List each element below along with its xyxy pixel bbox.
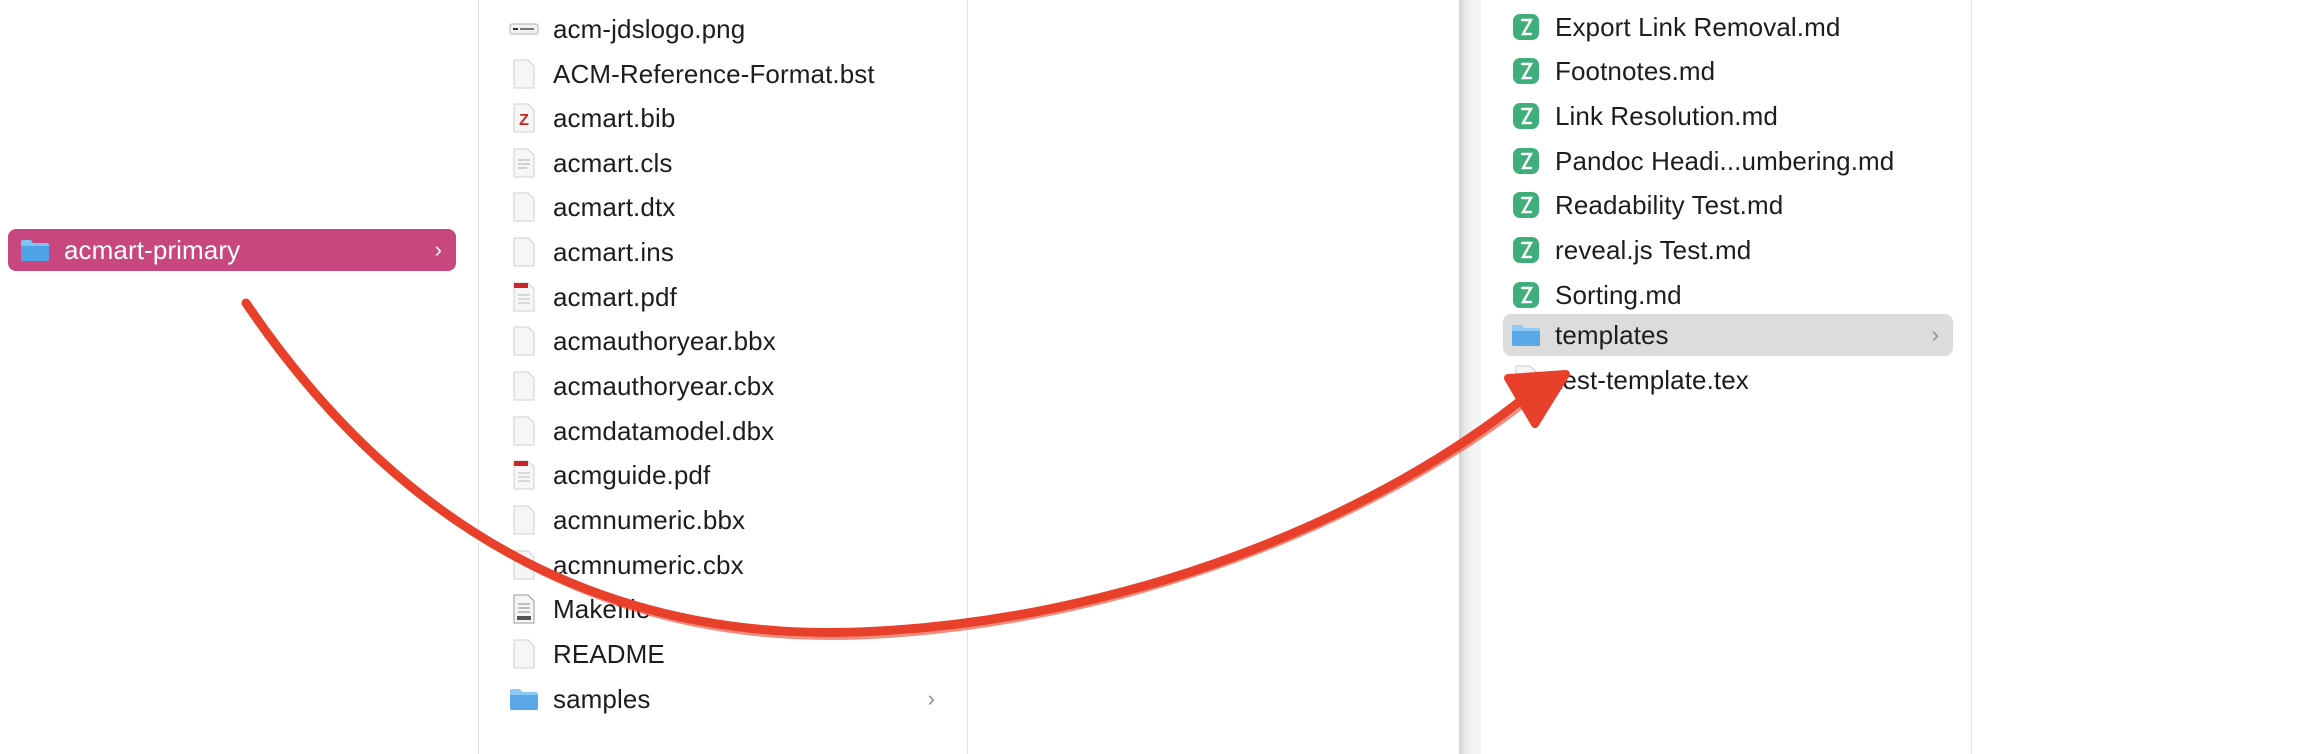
file-label: ACM-Reference-Format.bst (553, 58, 875, 89)
file-row[interactable]: reveal.js Test.md (1503, 231, 1953, 269)
file-label: Export Link Removal.md (1555, 11, 1841, 42)
pdf-file-icon (509, 282, 539, 312)
file-row[interactable]: acmnumeric.bbx (509, 501, 949, 539)
svg-text:Z: Z (519, 112, 529, 129)
folder-icon (20, 235, 50, 265)
file-label: test-template.tex (1555, 364, 1749, 395)
file-label: acmart.cls (553, 147, 673, 178)
file-row[interactable]: ACM-Reference-Format.bst (509, 55, 949, 93)
file-label: acmdatamodel.dbx (553, 415, 775, 446)
markdown-app-icon (1511, 12, 1541, 42)
file-row[interactable]: acmart.dtx (509, 188, 949, 226)
markdown-app-icon (1511, 101, 1541, 131)
column-divider-shadow (1459, 0, 1481, 754)
file-label: Sorting.md (1555, 279, 1682, 310)
finder-column-5 (1972, 0, 2308, 754)
file-label: Footnotes.md (1555, 55, 1716, 86)
file-row[interactable]: acmauthoryear.cbx (509, 367, 949, 405)
file-row[interactable]: acm-jdslogo.png (509, 10, 949, 48)
chevron-right-icon: › (434, 237, 442, 262)
file-row[interactable]: test-template.tex (1503, 361, 1953, 399)
bibtex-file-icon: Z (509, 103, 539, 133)
file-label: reveal.js Test.md (1555, 234, 1752, 265)
blank-file-icon (509, 639, 539, 669)
blank-file-icon (509, 505, 539, 535)
finder-column-4: Export Link Removal.md Footnotes.md Link… (1481, 0, 1972, 754)
markdown-app-icon (1511, 146, 1541, 176)
chevron-right-icon: › (1931, 322, 1939, 347)
file-label: acmart.bib (553, 102, 676, 133)
file-row[interactable]: acmart.cls (509, 144, 949, 182)
file-label: Makefile (553, 593, 651, 624)
file-row[interactable]: acmart.pdf (509, 278, 949, 316)
markdown-app-icon (1511, 235, 1541, 265)
file-row[interactable]: acmart.ins (509, 233, 949, 271)
file-row[interactable]: Makefile (509, 590, 949, 628)
file-label: Pandoc Headi...umbering.md (1555, 145, 1895, 176)
blank-file-icon (509, 59, 539, 89)
file-label: acmnumeric.cbx (553, 549, 744, 580)
file-row[interactable]: Export Link Removal.md (1503, 8, 1953, 46)
file-row[interactable]: acmguide.pdf (509, 456, 949, 494)
file-label: acmart.dtx (553, 191, 676, 222)
file-row[interactable]: acmauthoryear.bbx (509, 322, 949, 360)
file-label: acmguide.pdf (553, 459, 711, 490)
file-row[interactable]: Readability Test.md (1503, 186, 1953, 224)
folder-icon (1511, 320, 1541, 350)
markdown-app-icon (1511, 56, 1541, 86)
blank-file-icon (509, 371, 539, 401)
finder-column-2: acm-jdslogo.png ACM-Reference-Format.bst… (479, 0, 968, 754)
file-row[interactable]: acmdatamodel.dbx (509, 412, 949, 450)
finder-column-3 (968, 0, 1459, 754)
makefile-icon (509, 594, 539, 624)
blank-file-icon (1511, 365, 1541, 395)
file-row[interactable]: Link Resolution.md (1503, 97, 1953, 135)
blank-file-icon (509, 416, 539, 446)
blank-file-icon (509, 237, 539, 267)
pdf-file-icon (509, 460, 539, 490)
file-row[interactable]: acmnumeric.cbx (509, 546, 949, 584)
file-label: README (553, 638, 665, 669)
finder-column-1: acmart-primary › (0, 0, 479, 754)
folder-label: samples (553, 683, 651, 714)
text-file-icon (509, 148, 539, 178)
file-label: Readability Test.md (1555, 189, 1784, 220)
file-row[interactable]: Footnotes.md (1503, 52, 1953, 90)
chevron-right-icon: › (927, 686, 935, 711)
file-label: acmauthoryear.bbx (553, 325, 776, 356)
file-row[interactable]: Z acmart.bib (509, 99, 949, 137)
file-row[interactable]: Sorting.md (1503, 276, 1953, 314)
file-label: acmart.pdf (553, 281, 677, 312)
file-row[interactable]: Pandoc Headi...umbering.md (1503, 142, 1953, 180)
file-label: acmnumeric.bbx (553, 504, 746, 535)
file-label: acmart.ins (553, 236, 674, 267)
folder-row-acmart-primary[interactable]: acmart-primary › (8, 229, 456, 271)
file-label: acm-jdslogo.png (553, 13, 746, 44)
folder-label: templates (1555, 319, 1669, 350)
file-row[interactable]: README (509, 635, 949, 673)
folder-icon (509, 684, 539, 714)
file-label: Link Resolution.md (1555, 100, 1778, 131)
markdown-app-icon (1511, 190, 1541, 220)
blank-file-icon (509, 550, 539, 580)
folder-row-samples[interactable]: samples › (509, 680, 949, 718)
blank-file-icon (509, 326, 539, 356)
image-file-icon (509, 14, 539, 44)
folder-row-templates[interactable]: templates › (1503, 314, 1953, 356)
markdown-app-icon (1511, 280, 1541, 310)
file-label: acmauthoryear.cbx (553, 370, 775, 401)
folder-label: acmart-primary (64, 234, 241, 265)
blank-file-icon (509, 192, 539, 222)
